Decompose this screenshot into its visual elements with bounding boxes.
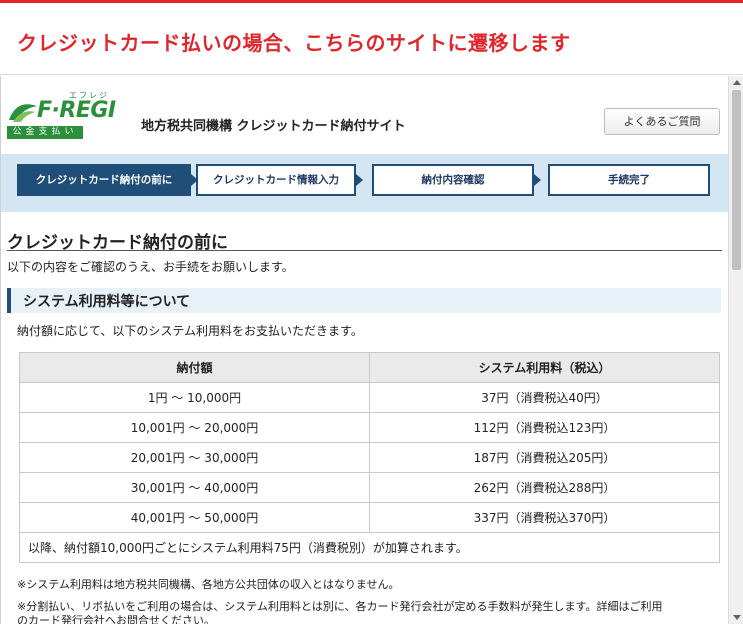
footnote-revenue: ※システム利用料は地方税共同機構、各地方公共団体の収入とはなりません。 xyxy=(17,578,400,591)
fee-table: 納付額 システム利用料（税込） 1円 ～ 10,000円 37円（消費税込40円… xyxy=(19,352,720,563)
column-header: 納付額 xyxy=(19,352,370,383)
table-note: 以降、納付額10,000円ごとにシステム利用料75円（消費税別）が加算されます。 xyxy=(19,532,720,563)
faq-button[interactable]: よくあるご質問 xyxy=(604,108,720,135)
scroll-down-icon[interactable] xyxy=(733,615,741,620)
amount-cell: 20,001円 ～ 30,000円 xyxy=(19,442,370,473)
annotation-banner: クレジットカード払いの場合、こちらのサイトに遷移します xyxy=(0,3,743,75)
fees-heading-text: システム利用料等について xyxy=(23,294,191,310)
table-row: 40,001円 ～ 50,000円 337円（消費税込370円） xyxy=(19,502,720,533)
progress-steps: クレジットカード納付の前に クレジットカード情報入力 納付内容確認 手続完了 xyxy=(1,154,728,212)
fee-cell: 37円（消費税込40円） xyxy=(369,382,720,413)
site-header: エフレジ F·REGI 公金支払い 地方税共同機構 クレジットカード納付サイト … xyxy=(1,76,728,154)
table-row: 20,001円 ～ 30,000円 187円（消費税込205円） xyxy=(19,442,720,473)
amount-cell: 40,001円 ～ 50,000円 xyxy=(19,502,370,533)
table-row: 10,001円 ～ 20,000円 112円（消費税込123円） xyxy=(19,412,720,443)
vertical-scrollbar[interactable] xyxy=(728,76,743,624)
step-arrow-icon xyxy=(534,174,541,186)
browser-viewport: エフレジ F·REGI 公金支払い 地方税共同機構 クレジットカード納付サイト … xyxy=(0,76,743,624)
logo-subtitle: 公金支払い xyxy=(7,126,83,139)
footnote-installment-cont: のカード発行会社へお問合せください。 xyxy=(17,614,215,624)
step-confirm: 納付内容確認 xyxy=(372,164,534,196)
fee-cell: 262円（消費税込288円） xyxy=(369,472,720,503)
amount-cell: 10,001円 ～ 20,000円 xyxy=(19,412,370,443)
title-divider xyxy=(7,250,722,251)
fees-heading: システム利用料等について xyxy=(7,288,721,313)
logo-text: F·REGI xyxy=(37,98,116,123)
banner-text: クレジットカード払いの場合、こちらのサイトに遷移します xyxy=(17,31,571,55)
fee-cell: 187円（消費税込205円） xyxy=(369,442,720,473)
table-row: 30,001円 ～ 40,000円 262円（消費税込288円） xyxy=(19,472,720,503)
page-description: 以下の内容をご確認のうえ、お手続をお願いします。 xyxy=(7,260,294,274)
scroll-thumb[interactable] xyxy=(732,90,741,270)
amount-cell: 30,001円 ～ 40,000円 xyxy=(19,472,370,503)
step-card-input: クレジットカード情報入力 xyxy=(196,164,356,196)
site-title: 地方税共同機構 クレジットカード納付サイト xyxy=(141,119,406,134)
fee-cell: 337円（消費税込370円） xyxy=(369,502,720,533)
step-arrow-icon xyxy=(356,174,363,186)
f-regi-logo[interactable]: エフレジ F·REGI 公金支払い xyxy=(7,91,125,140)
table-note-row: 以降、納付額10,000円ごとにシステム利用料75円（消費税別）が加算されます。 xyxy=(19,532,720,563)
step-before-payment: クレジットカード納付の前に xyxy=(17,164,191,196)
scroll-up-icon[interactable] xyxy=(733,80,741,85)
fees-description: 納付額に応じて、以下のシステム利用料をお支払いただきます。 xyxy=(17,324,363,338)
table-header-row: 納付額 システム利用料（税込） xyxy=(19,352,720,383)
column-header: システム利用料（税込） xyxy=(369,352,720,383)
step-complete: 手続完了 xyxy=(548,164,710,196)
amount-cell: 1円 ～ 10,000円 xyxy=(19,382,370,413)
logo-mark-icon xyxy=(9,104,37,122)
table-row: 1円 ～ 10,000円 37円（消費税込40円） xyxy=(19,382,720,413)
fee-cell: 112円（消費税込123円） xyxy=(369,412,720,443)
